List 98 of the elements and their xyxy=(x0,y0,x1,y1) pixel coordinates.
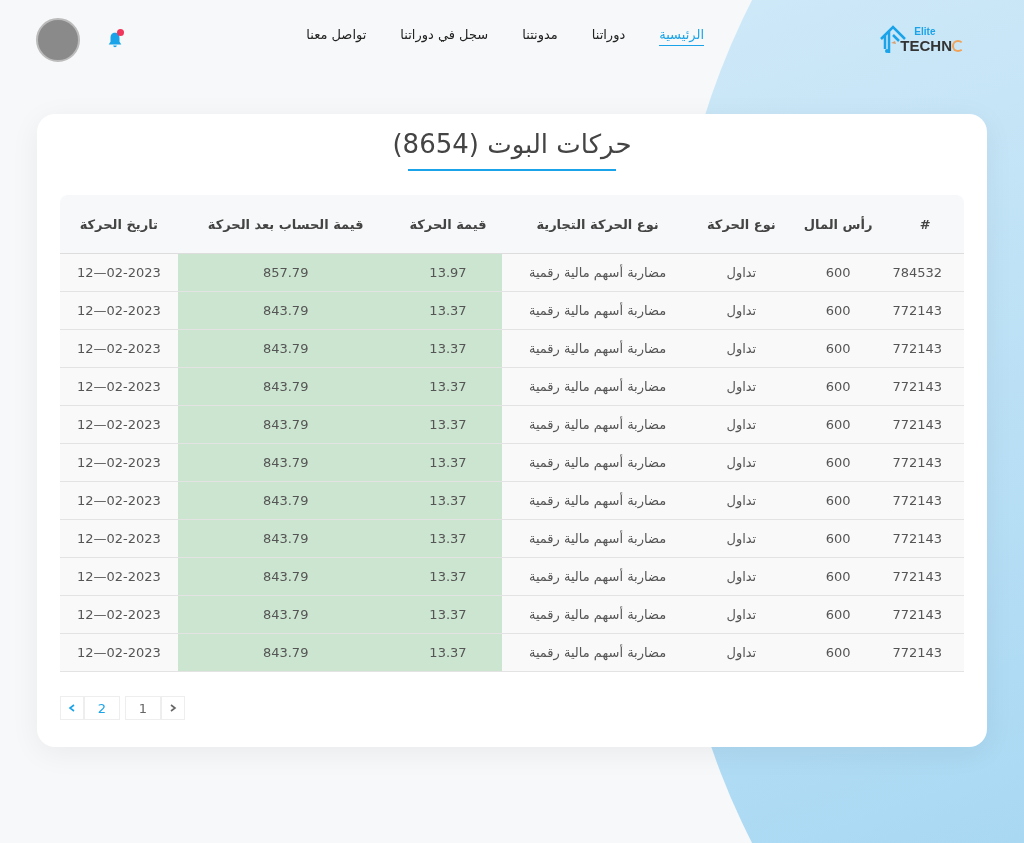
ring-icon xyxy=(952,40,964,52)
table-cell: 12—02-2023 xyxy=(60,367,178,406)
table-cell: 772143 xyxy=(886,481,964,520)
table-cell: تداول xyxy=(692,595,790,634)
table-cell: 600 xyxy=(789,443,887,482)
chevron-left-icon xyxy=(67,703,77,713)
table-cell: 12—02-2023 xyxy=(60,595,178,634)
table-cell: 12—02-2023 xyxy=(60,481,178,520)
table-cell: تداول xyxy=(692,329,790,368)
table-cell: تداول xyxy=(692,367,790,406)
table-cell: مضاربة أسهم مالية رقمية xyxy=(502,405,693,444)
table-cell: 772143 xyxy=(886,557,964,596)
table-cell: تداول xyxy=(692,253,790,292)
table-cell: 843.79 xyxy=(177,557,394,596)
avatar[interactable] xyxy=(36,18,80,62)
next-page-button[interactable] xyxy=(60,696,84,720)
table-cell: 12—02-2023 xyxy=(60,329,178,368)
table-cell: مضاربة أسهم مالية رقمية xyxy=(502,329,693,368)
table-cell: 12—02-2023 xyxy=(60,519,178,558)
page-button[interactable]: 1 xyxy=(125,696,161,720)
column-header: نوع الحركة التجارية xyxy=(502,195,693,254)
table-cell: تداول xyxy=(692,405,790,444)
column-header: نوع الحركة xyxy=(692,195,790,254)
table-cell: 772143 xyxy=(886,367,964,406)
bell-icon[interactable] xyxy=(106,31,124,49)
logo-text: TECHN xyxy=(900,38,952,54)
table-cell: 600 xyxy=(789,519,887,558)
table-cell: 12—02-2023 xyxy=(60,253,178,292)
table-cell: مضاربة أسهم مالية رقمية xyxy=(502,519,693,558)
table-cell: مضاربة أسهم مالية رقمية xyxy=(502,595,693,634)
table-cell: 13.37 xyxy=(393,443,503,482)
table-cell: مضاربة أسهم مالية رقمية xyxy=(502,481,693,520)
table-cell: 600 xyxy=(789,481,887,520)
table-cell: 13.37 xyxy=(393,519,503,558)
table-cell: 13.37 xyxy=(393,405,503,444)
table-cell: 13.37 xyxy=(393,595,503,634)
table-cell: 843.79 xyxy=(177,595,394,634)
table-cell: 13.37 xyxy=(393,367,503,406)
table-cell: 843.79 xyxy=(177,481,394,520)
table-cell: مضاربة أسهم مالية رقمية xyxy=(502,633,693,672)
table-cell: 12—02-2023 xyxy=(60,443,178,482)
logo-text: Elite xyxy=(913,26,937,38)
table-cell: 772143 xyxy=(886,519,964,558)
table-cell: مضاربة أسهم مالية رقمية xyxy=(502,557,693,596)
table-cell: 843.79 xyxy=(177,633,394,672)
table-cell: 857.79 xyxy=(177,253,394,292)
table-cell: 600 xyxy=(789,253,887,292)
table-cell: 772143 xyxy=(886,329,964,368)
table-cell: تداول xyxy=(692,481,790,520)
table-cell: مضاربة أسهم مالية رقمية xyxy=(502,291,693,330)
table-cell: 12—02-2023 xyxy=(60,405,178,444)
nav-link[interactable]: سجل في دوراتنا xyxy=(400,26,489,46)
nav-link[interactable]: تواصل معنا xyxy=(306,26,367,46)
column-header: تاريخ الحركة xyxy=(60,195,178,254)
table-cell: 13.37 xyxy=(393,291,503,330)
table-cell: 843.79 xyxy=(177,519,394,558)
table-cell: 600 xyxy=(789,367,887,406)
table-cell: 12—02-2023 xyxy=(60,633,178,672)
table-cell: 13.97 xyxy=(393,253,503,292)
page-title: حركات البوت (8654) xyxy=(391,128,633,160)
table-cell: مضاربة أسهم مالية رقمية xyxy=(502,443,693,482)
table-cell: 600 xyxy=(789,405,887,444)
table-cell: تداول xyxy=(692,633,790,672)
table-cell: 600 xyxy=(789,557,887,596)
table-cell: 13.37 xyxy=(393,557,503,596)
column-header: قيمة الحساب بعد الحركة xyxy=(177,195,394,254)
table-cell: 600 xyxy=(789,633,887,672)
table-cell: 843.79 xyxy=(177,329,394,368)
nav-link[interactable]: دوراتنا xyxy=(591,26,626,46)
chevron-right-icon xyxy=(168,703,178,713)
table-cell: 600 xyxy=(789,329,887,368)
table-cell: مضاربة أسهم مالية رقمية xyxy=(502,253,693,292)
table-cell: 772143 xyxy=(886,291,964,330)
table-cell: 784532 xyxy=(886,253,964,292)
table-cell: 13.37 xyxy=(393,329,503,368)
table-cell: 13.37 xyxy=(393,633,503,672)
nav-link[interactable]: مدونتنا xyxy=(522,26,558,46)
column-header: # xyxy=(886,195,964,254)
table-cell: 772143 xyxy=(886,595,964,634)
table-cell: تداول xyxy=(692,519,790,558)
column-header: قيمة الحركة xyxy=(393,195,503,254)
table-cell: 13.37 xyxy=(393,481,503,520)
table-cell: مضاربة أسهم مالية رقمية xyxy=(502,367,693,406)
table-cell: 772143 xyxy=(886,633,964,672)
table-cell: 843.79 xyxy=(177,367,394,406)
table-cell: 843.79 xyxy=(177,443,394,482)
table-cell: 600 xyxy=(789,595,887,634)
table-cell: 12—02-2023 xyxy=(60,557,178,596)
table-cell: 600 xyxy=(789,291,887,330)
table-cell: 843.79 xyxy=(177,405,394,444)
table-cell: تداول xyxy=(692,443,790,482)
table-cell: 843.79 xyxy=(177,291,394,330)
table-cell: تداول xyxy=(692,291,790,330)
table-cell: 12—02-2023 xyxy=(60,291,178,330)
table-cell: 772143 xyxy=(886,405,964,444)
table-cell: تداول xyxy=(692,557,790,596)
column-header: رأس المال xyxy=(789,195,887,254)
table-cell: 772143 xyxy=(886,443,964,482)
